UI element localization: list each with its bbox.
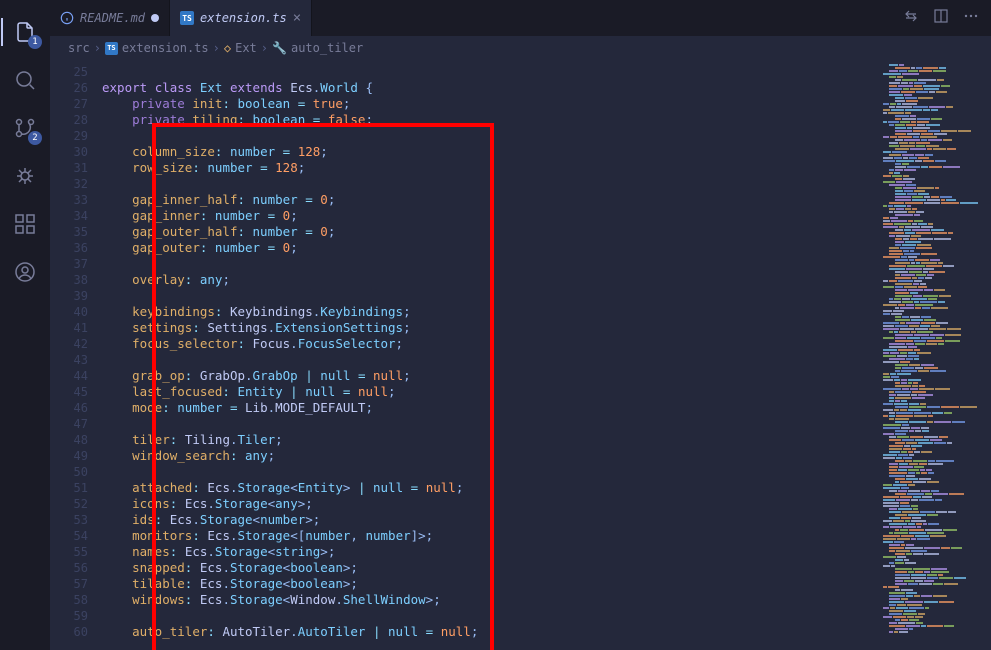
property-icon: 🔧 — [272, 41, 287, 55]
compare-icon[interactable] — [903, 8, 919, 28]
breadcrumb-part[interactable]: auto_tiler — [291, 41, 363, 55]
debug-icon[interactable] — [1, 152, 49, 200]
search-icon[interactable] — [1, 56, 49, 104]
breadcrumb-part[interactable]: src — [68, 41, 90, 55]
tab-label: extension.ts — [200, 11, 287, 25]
explorer-badge: 1 — [28, 35, 42, 49]
chevron-right-icon: › — [94, 41, 101, 55]
activity-bar: 1 2 — [0, 0, 50, 650]
explorer-icon[interactable]: 1 — [1, 8, 49, 56]
class-icon: ◇ — [224, 41, 231, 55]
info-icon — [60, 11, 74, 25]
minimap[interactable] — [876, 60, 991, 650]
typescript-icon: TS — [180, 11, 194, 25]
breadcrumb-part[interactable]: extension.ts — [122, 41, 209, 55]
scm-badge: 2 — [28, 131, 42, 145]
typescript-icon: TS — [105, 42, 118, 55]
breadcrumb-part[interactable]: Ext — [235, 41, 257, 55]
account-icon[interactable] — [1, 248, 49, 296]
editor-main: README.md TS extension.ts × src › TS ext… — [50, 0, 991, 650]
source-control-icon[interactable]: 2 — [1, 104, 49, 152]
tab-label: README.md — [80, 11, 145, 25]
code-area[interactable]: export class Ext extends Ecs.World { pri… — [102, 60, 876, 650]
chevron-right-icon: › — [261, 41, 268, 55]
line-gutter: 2526272829303132333435363738394041424344… — [50, 60, 102, 650]
extensions-icon[interactable] — [1, 200, 49, 248]
tab-readme[interactable]: README.md — [50, 0, 170, 36]
dirty-indicator-icon — [151, 14, 159, 22]
more-icon[interactable] — [963, 8, 979, 28]
split-icon[interactable] — [933, 8, 949, 28]
editor-actions — [891, 0, 991, 36]
editor-row: 2526272829303132333435363738394041424344… — [50, 60, 991, 650]
breadcrumb[interactable]: src › TS extension.ts › ◇ Ext › 🔧 auto_t… — [50, 36, 991, 60]
tab-bar: README.md TS extension.ts × — [50, 0, 991, 36]
close-icon[interactable]: × — [293, 10, 301, 26]
tab-extension[interactable]: TS extension.ts × — [170, 0, 312, 36]
chevron-right-icon: › — [213, 41, 220, 55]
